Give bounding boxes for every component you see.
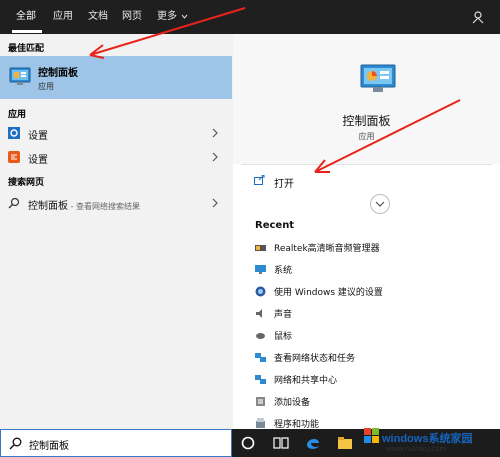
settings-colored-icon <box>8 151 20 163</box>
search-scope-tabs: 全部 应用 文档 网页 更多 <box>0 0 500 34</box>
app-result-settings-2[interactable]: 设置 <box>0 145 232 169</box>
best-match-title: 控制面板 <box>38 68 78 79</box>
recent-item-sound[interactable]: 声音 <box>233 303 500 323</box>
results-pane: 最佳匹配 控制面板 应用 应用 设置 设置 搜索网页 控制面板 - 查看网络搜索… <box>0 34 233 429</box>
open-action[interactable]: 打开 <box>233 169 500 193</box>
tab-web[interactable]: 网页 <box>122 0 142 34</box>
web-search-query: 控制面板 <box>28 201 68 212</box>
chevron-down-icon <box>181 14 188 19</box>
chevron-right-icon[interactable] <box>212 128 218 138</box>
device-icon <box>256 397 265 406</box>
chevron-right-icon[interactable] <box>212 152 218 162</box>
gear-icon <box>8 127 20 139</box>
active-tab-indicator <box>12 30 42 33</box>
recent-item-windows-settings[interactable]: 使用 Windows 建议的设置 <box>233 281 500 301</box>
recent-item-realtek[interactable]: Realtek高清晰音频管理器 <box>233 237 500 257</box>
app-result-label: 设置 <box>28 131 48 142</box>
open-icon <box>254 175 265 185</box>
recent-item-label: 使用 Windows 建议的设置 <box>274 288 383 298</box>
recent-item-label: 声音 <box>274 310 293 320</box>
web-search-label: 控制面板 - 查看网络搜索结果 <box>28 197 140 212</box>
search-icon <box>9 437 22 450</box>
cortana-icon[interactable] <box>238 433 258 453</box>
best-match-subtitle: 应用 <box>38 82 54 91</box>
recent-item-label: 添加设备 <box>274 398 311 408</box>
web-heading: 搜索网页 <box>8 178 45 188</box>
preview-title: 控制面板 <box>342 114 391 128</box>
edge-icon[interactable] <box>303 433 323 453</box>
recent-heading: Recent <box>255 220 295 231</box>
programs-icon <box>256 418 265 428</box>
preview-pane: 控制面板 应用 打开 Recent Realtek高清晰音频管理器 系统 使用 … <box>233 34 500 430</box>
sound-icon <box>256 309 262 318</box>
recent-item-mouse[interactable]: 鼠标 <box>233 325 500 345</box>
apps-heading: 应用 <box>8 110 27 120</box>
recent-item-label: 网络和共享中心 <box>274 376 338 386</box>
mouse-icon <box>256 333 265 339</box>
best-match-heading: 最佳匹配 <box>8 44 45 54</box>
recent-item-network-status[interactable]: 查看网络状态和任务 <box>233 347 500 367</box>
recent-item-network-center[interactable]: 网络和共享中心 <box>233 369 500 389</box>
recent-item-label: Realtek高清晰音频管理器 <box>274 244 380 254</box>
monitor-icon <box>255 265 266 274</box>
tab-documents[interactable]: 文档 <box>88 0 108 34</box>
tab-all[interactable]: 全部 <box>16 0 36 34</box>
watermark-text: windows系统家园 <box>382 433 473 445</box>
preview-subtitle: 应用 <box>358 132 375 141</box>
recent-item-label: 查看网络状态和任务 <box>274 354 356 364</box>
app-result-label: 设置 <box>28 155 48 166</box>
watermark-logo: windows系统家园 www.ruinaiu.com <box>360 404 500 457</box>
shield-icon <box>255 286 266 297</box>
recent-item-system[interactable]: 系统 <box>233 259 500 279</box>
search-input[interactable]: 控制面板 <box>29 437 69 452</box>
search-icon <box>8 197 20 209</box>
open-label: 打开 <box>274 179 294 190</box>
task-view-icon[interactable] <box>271 433 291 453</box>
windows-logo-icon <box>364 428 379 443</box>
chevron-right-icon[interactable] <box>212 198 218 208</box>
tab-more[interactable]: 更多 <box>157 0 177 34</box>
watermark-url: www.ruinaiu.com <box>386 445 447 453</box>
recent-item-label: 系统 <box>274 266 293 276</box>
web-search-suffix: - 查看网络搜索结果 <box>68 202 140 211</box>
network-icon <box>255 353 266 362</box>
recent-item-label: 鼠标 <box>274 332 293 342</box>
network-icon <box>255 375 266 384</box>
control-panel-icon <box>360 64 396 92</box>
file-explorer-icon[interactable] <box>335 433 355 453</box>
control-panel-icon <box>9 67 31 85</box>
app-result-settings[interactable]: 设置 <box>0 121 232 145</box>
chevron-down-icon <box>375 201 385 207</box>
tab-apps[interactable]: 应用 <box>53 0 73 34</box>
best-match-item[interactable]: 控制面板 应用 <box>0 56 232 99</box>
taskbar-search-box[interactable]: 控制面板 <box>0 429 232 457</box>
expand-button[interactable] <box>370 194 390 214</box>
web-search-result[interactable]: 控制面板 - 查看网络搜索结果 <box>0 191 232 215</box>
feedback-icon[interactable] <box>470 9 486 25</box>
divider <box>241 164 492 165</box>
preview-header: 控制面板 应用 <box>233 34 500 164</box>
speaker-icon <box>255 245 266 251</box>
